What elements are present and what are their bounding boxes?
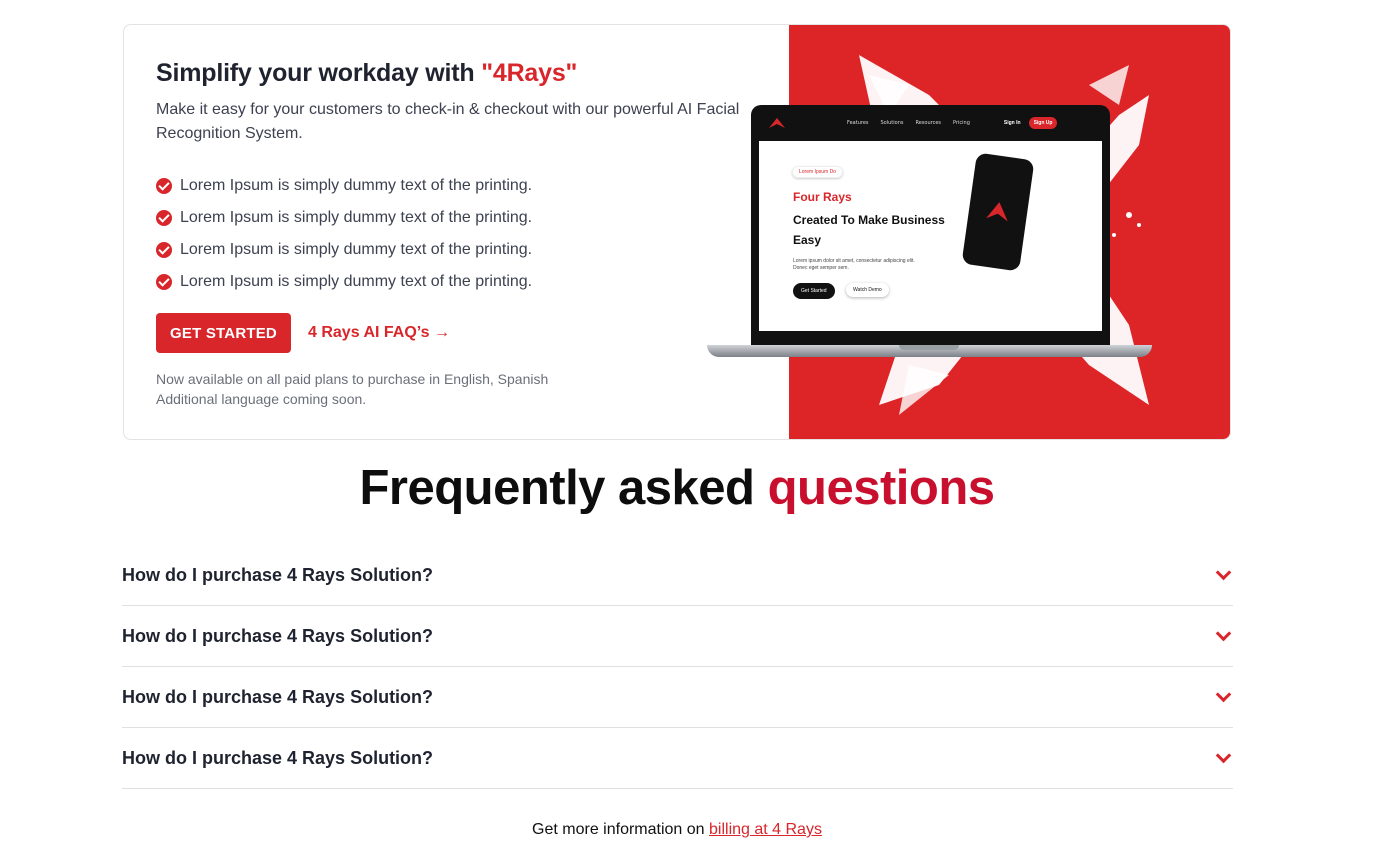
faq-heading: Frequently asked questions [0,460,1354,516]
faq-heading-prefix: Frequently asked [359,461,768,515]
laptop-screen-frame: Features Solutions Resources Pricing Sig… [751,105,1110,345]
mock-pill: Lorem Ipsum Do [792,166,843,178]
mock-sign-in: Sign In [1003,120,1021,126]
chevron-down-icon[interactable] [1213,687,1233,707]
feature-text: Lorem Ipsum is simply dummy text of the … [180,273,533,290]
mock-nav-links: Features Solutions Resources Pricing [847,120,970,126]
chevron-down-icon[interactable] [1213,748,1233,768]
cta-row: GET STARTED 4 Rays AI FAQ’s → [156,313,450,353]
footer-info: Get more information on billing at 4 Ray… [0,821,1354,839]
billing-link[interactable]: billing at 4 Rays [709,821,822,838]
phone-logo-icon [986,201,1010,222]
mock-nav-link: Pricing [953,120,970,126]
feature-list: Lorem Ipsum is simply dummy text of the … [156,170,532,298]
chevron-down-icon[interactable] [1213,626,1233,646]
faq-item[interactable]: How do I purchase 4 Rays Solution? [122,545,1233,606]
hero-card: Simplify your workday with "4Rays" Make … [123,24,1231,440]
mock-title-dark: Created To Make Business Easy [793,213,945,247]
feature-item: Lorem Ipsum is simply dummy text of the … [156,202,532,234]
mock-title-red: Four Rays [793,190,852,204]
availability-line-1: Now available on all paid plans to purch… [156,371,549,387]
check-icon [156,178,172,194]
faq-list: How do I purchase 4 Rays Solution? How d… [122,545,1233,789]
check-icon [156,274,172,290]
hero-subtitle: Make it easy for your customers to check… [156,101,740,142]
laptop-notch [899,345,959,350]
chevron-down-icon[interactable] [1213,565,1233,585]
mock-nav-link: Solutions [880,120,904,126]
mock-navbar: Features Solutions Resources Pricing Sig… [759,111,1102,135]
check-icon [156,210,172,226]
check-icon [156,242,172,258]
feature-item: Lorem Ipsum is simply dummy text of the … [156,266,532,298]
faq-item[interactable]: How do I purchase 4 Rays Solution? [122,667,1233,728]
faq-link[interactable]: 4 Rays AI FAQ’s → [308,324,450,342]
feature-item: Lorem Ipsum is simply dummy text of the … [156,234,532,266]
mock-nav-link: Features [847,120,869,126]
faq-heading-accent: questions [767,461,995,515]
mock-body: Lorem ipsum dolor sit amet, consectetur … [793,258,915,271]
faq-question: How do I purchase 4 Rays Solution? [122,564,434,585]
get-started-button[interactable]: GET STARTED [156,313,291,353]
laptop-mockup: Features Solutions Resources Pricing Sig… [707,105,1152,361]
feature-text: Lorem Ipsum is simply dummy text of the … [180,241,533,258]
laptop-screen: Lorem Ipsum Do Four Rays Created To Make… [759,141,1102,331]
faq-item[interactable]: How do I purchase 4 Rays Solution? [122,606,1233,667]
phone-image [961,152,1035,272]
mock-watch-demo: Watch Demo [846,283,889,297]
mock-nav-link: Resources [915,120,942,126]
feature-text: Lorem Ipsum is simply dummy text of the … [180,209,533,226]
availability-line-2: Additional language coming soon. [156,391,367,407]
feature-item: Lorem Ipsum is simply dummy text of the … [156,170,532,202]
feature-text: Lorem Ipsum is simply dummy text of the … [180,177,533,194]
hero-title-accent: "4Rays" [481,59,578,87]
faq-question: How do I purchase 4 Rays Solution? [122,747,434,768]
faq-question: How do I purchase 4 Rays Solution? [122,686,434,707]
mock-logo-icon [769,118,785,128]
footer-info-text: Get more information on [532,821,709,838]
hero-title: Simplify your workday with "4Rays" [156,59,577,88]
faq-item[interactable]: How do I purchase 4 Rays Solution? [122,728,1233,789]
hero-title-prefix: Simplify your workday with [156,59,482,87]
mock-get-started: Get Started [793,283,835,299]
faq-question: How do I purchase 4 Rays Solution? [122,625,434,646]
availability-note: Now available on all paid plans to purch… [156,369,548,409]
mock-sign-up: Sign Up [1028,117,1058,129]
